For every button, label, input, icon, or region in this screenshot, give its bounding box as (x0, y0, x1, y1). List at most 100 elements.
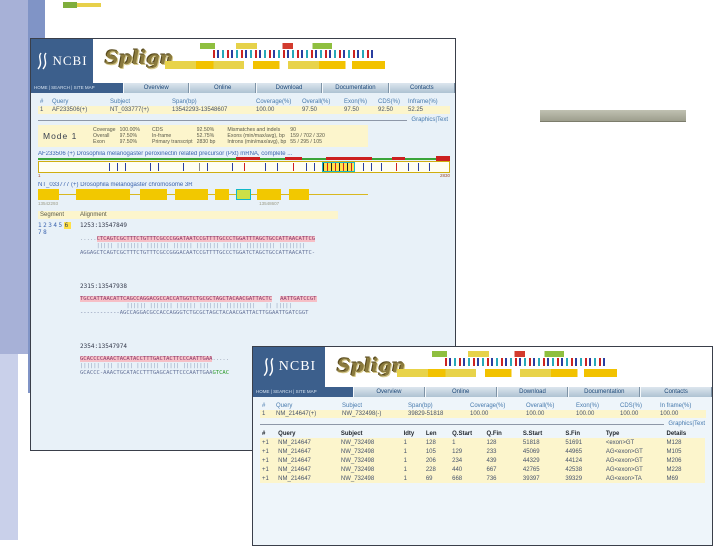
segment-link-group[interactable]: 12345 (38, 222, 64, 229)
table-cell: AG<exon>GT (605, 466, 643, 473)
nav-documentation[interactable]: Documentation (568, 387, 641, 397)
feature-tick (395, 163, 397, 171)
table-row[interactable]: Exon 97.50% (93, 139, 144, 145)
table-cell: NM_214647 (278, 439, 311, 446)
splign-logo-text: Splign (105, 47, 174, 69)
mode-stats-group2: CDS 92.50% In-frame 52.75% Primary transcrip… (152, 127, 219, 145)
exon-block-selected[interactable] (236, 189, 251, 200)
splign-logo[interactable]: Splign (105, 39, 455, 79)
splign-logo-text: Splign (337, 355, 406, 377)
segment-links[interactable]: 123456 (38, 222, 80, 229)
slide-right-gray-bar (540, 110, 686, 122)
ncbi-logo[interactable]: NCBI (31, 39, 93, 83)
segment-links-row: 123456 1253:13547849 (38, 222, 448, 229)
nav-contacts[interactable]: Contacts (388, 83, 456, 93)
subject-exon-track[interactable] (38, 189, 368, 201)
table-cell: 440 (452, 466, 463, 473)
segment-links-row2[interactable]: 78 (38, 229, 80, 236)
slide-top-yellow-mark (77, 3, 101, 7)
splign-logo[interactable]: Splign (337, 347, 712, 387)
nav-download[interactable]: Download (496, 387, 569, 397)
nav-overview[interactable]: Overview (353, 387, 425, 397)
feature-tick (313, 163, 315, 171)
header-cell: Len (425, 430, 437, 437)
table-row[interactable]: +1 NM_214647 NW_732498 1 228 440 667 42765 42538… (260, 465, 705, 474)
nav-download[interactable]: Download (255, 83, 323, 93)
table-cell: 668 (452, 475, 463, 482)
table-cell: 439 (486, 457, 497, 464)
feature-tick (125, 163, 127, 171)
header-cell: Coverage(%) (256, 99, 292, 105)
table-row[interactable]: 1 AF233506(+) NT_033777(+) 13542293-1354860… (38, 106, 450, 114)
table-cell: <exon>GT (605, 439, 635, 446)
table-row[interactable]: Primary transcript 2830 bp (152, 139, 219, 145)
table-row[interactable]: +1 NM_214647 NW_732498 1 105 129 233 45069 44965… (260, 447, 705, 456)
table-row[interactable]: 1 NM_214647(+) NW_732498(-) 39829-51818 100.… (260, 410, 706, 418)
table-cell: 1 (452, 439, 456, 446)
subject-sequence-link[interactable]: NT_033777 (+) Drosophila melanogaster ch… (38, 182, 448, 188)
table-cell: 736 (486, 475, 497, 482)
splign-logo-feature-strip (445, 358, 605, 366)
header-cell: Exon(%) (576, 403, 600, 409)
table-row[interactable]: +1 NM_214647 NW_732498 1 69 668 736 39397 39329 A… (260, 474, 705, 483)
subject-scale-end: 13548607 (259, 201, 280, 206)
feature-tick (116, 163, 118, 171)
exon-block (174, 189, 208, 200)
query-sequence: GCACCCCAAACTACATACCTTTGACTACTTCCCAATTGAA (80, 356, 213, 362)
query-graphic: 1 2830 (38, 156, 450, 178)
subject-line: AGGAGCTCAGTCGCTTTCTGTTTCGCCGGGACAATCCGTT… (80, 250, 316, 256)
table-cell: +1 (262, 475, 269, 482)
table-cell: NW_732498 (340, 439, 375, 446)
table-row[interactable]: +1 NM_214647 NW_732498 1 128 1 128 51818 51691 <e… (260, 438, 705, 447)
table-cell: NM_214647 (278, 475, 311, 482)
table-row[interactable]: +1 NM_214647 NW_732498 1 206 234 439 44329 44124… (260, 456, 705, 465)
table-cell: Introns (min/max/avg), bp (227, 139, 287, 145)
graphics-text-link[interactable]: Graphics|Text (668, 421, 705, 427)
query-scale-end: 2830 (439, 173, 450, 178)
query-sequence-2: AATTGATCCGT (280, 296, 317, 302)
results-summary-table: # Query Subject Span(bp) Coverage(%) Overall(… (38, 98, 450, 114)
header-cell: Subject (110, 99, 131, 105)
table-cell: 129 (452, 448, 463, 455)
alignment-start-coord: 1253:13547849 (80, 222, 127, 229)
header-cell: Query (278, 430, 296, 437)
splign-window-results: NCBI Splign HOME | SEARCH | SITE MAP Ove… (252, 346, 713, 546)
table-cell: NW_732498 (340, 466, 375, 473)
selected-segment-highlight[interactable] (321, 162, 355, 172)
table-cell: 105 (425, 448, 436, 455)
header-cell: Inframe(%) (408, 99, 438, 105)
query-scale: 1 2830 (38, 173, 450, 178)
ncbi-logo[interactable]: NCBI (253, 347, 325, 387)
table-cell: 128 (425, 439, 436, 446)
table-cell: 97.50% (119, 139, 138, 145)
nav-online[interactable]: Online (189, 83, 256, 93)
table-cell: 42765 (522, 466, 540, 473)
table-cell: 44329 (522, 457, 540, 464)
table-cell: 1 (40, 107, 44, 113)
table-cell: 39397 (522, 475, 540, 482)
feature-tick (408, 163, 409, 171)
site-header: NCBI Splign (253, 347, 712, 387)
header-cell: Type (605, 430, 620, 437)
table-cell: 42538 (565, 466, 583, 473)
query-feature-box[interactable] (38, 161, 450, 173)
mini-nav[interactable]: HOME | SEARCH | SITE MAP (31, 83, 123, 93)
table-cell: 51818 (522, 439, 540, 446)
mini-nav[interactable]: HOME | SEARCH | SITE MAP (253, 387, 353, 397)
nav-overview[interactable]: Overview (123, 83, 190, 93)
table-cell: 100.00 (660, 411, 679, 417)
nav-online[interactable]: Online (424, 387, 497, 397)
mismatch-segment (285, 157, 302, 160)
header-cell: S.Start (522, 430, 543, 437)
table-cell: AG<exon>GT (605, 457, 643, 464)
segment-link-active[interactable]: 6 (63, 222, 71, 229)
graphics-text-link[interactable]: Graphics|Text (411, 117, 448, 123)
nav-contacts[interactable]: Contacts (640, 387, 712, 397)
nav-documentation[interactable]: Documentation (322, 83, 389, 93)
table-cell: M69 (666, 475, 679, 482)
feature-tick (198, 163, 200, 171)
table-cell: NW_732498 (340, 448, 375, 455)
mismatch-segment (326, 157, 372, 160)
gap-dots: ..... (80, 236, 97, 242)
table-row[interactable]: Introns (min/max/avg), bp 55 / 295 / 105 (227, 139, 328, 145)
